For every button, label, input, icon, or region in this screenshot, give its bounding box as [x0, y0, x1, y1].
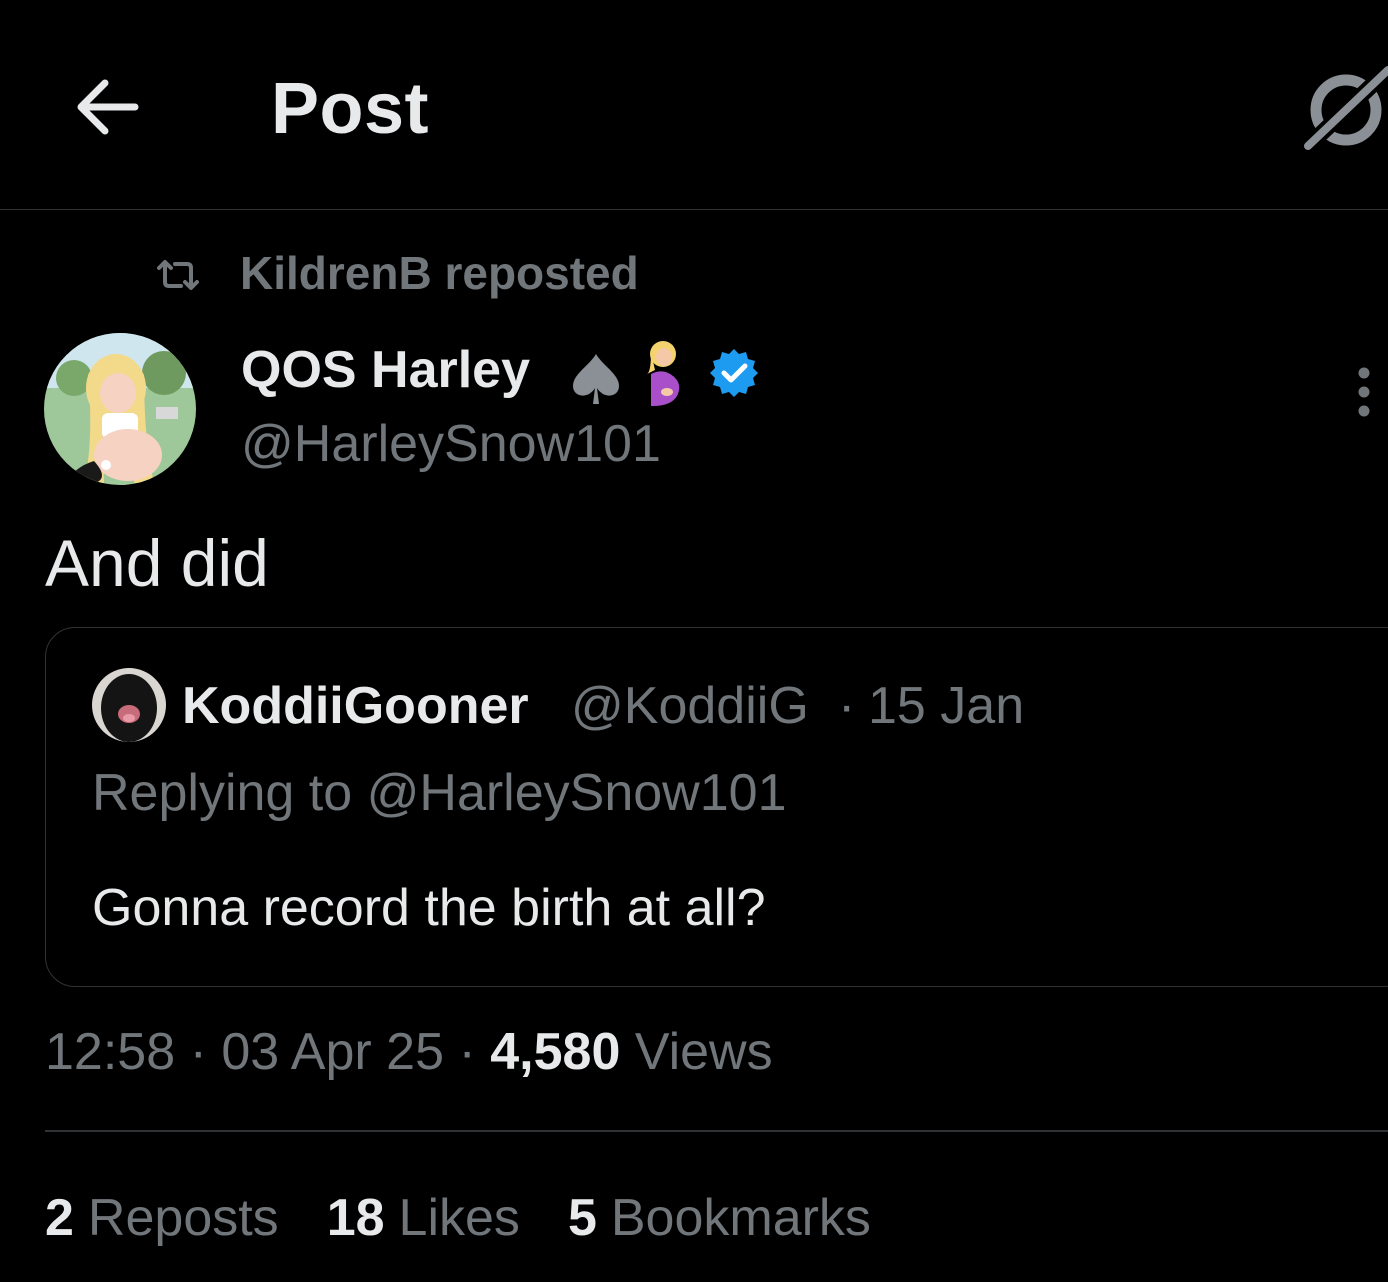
quoted-author-name[interactable]: KoddiiGooner — [182, 676, 529, 736]
grok-icon — [1298, 62, 1388, 156]
likes-count: 18 — [326, 1189, 385, 1247]
quoted-post-text: Gonna record the birth at all? — [92, 879, 766, 937]
back-button[interactable] — [66, 72, 146, 142]
reposts-count: 2 — [45, 1189, 74, 1247]
bookmarks-stat[interactable]: 5 Bookmarks — [568, 1188, 871, 1248]
post-date: 03 Apr 25 — [221, 1023, 444, 1081]
page-title: Post — [271, 69, 430, 149]
likes-stat[interactable]: 18 Likes — [327, 1188, 520, 1248]
arrow-left-icon — [77, 79, 139, 135]
more-options-button[interactable] — [1342, 365, 1386, 423]
repost-label[interactable]: KildrenB reposted — [240, 246, 639, 300]
divider — [45, 1130, 1388, 1132]
quoted-replying-to: Replying to @HarleySnow101 — [92, 764, 787, 822]
author-avatar[interactable] — [44, 333, 196, 485]
reposts-label: Reposts — [87, 1189, 279, 1247]
pregnant-woman-emoji — [647, 341, 680, 406]
repost-indicator — [155, 245, 201, 305]
quoted-author-avatar[interactable] — [92, 668, 166, 742]
post-meta: 12:58 · 03 Apr 25 · 4,580 Views — [45, 1022, 773, 1082]
verified-badge-icon[interactable] — [708, 347, 760, 399]
reposts-stat[interactable]: 2 Reposts — [45, 1188, 279, 1248]
views-count[interactable]: 4,580 — [490, 1023, 620, 1081]
author-handle[interactable]: @HarleySnow101 — [241, 414, 661, 474]
author-name[interactable]: QOS Harley — [241, 340, 530, 400]
more-vertical-icon — [1358, 367, 1370, 417]
bookmarks-count: 5 — [567, 1189, 597, 1247]
repost-icon — [157, 260, 199, 290]
quote-separator: · — [838, 677, 856, 735]
post-time: 12:58 — [45, 1023, 176, 1081]
views-label[interactable]: Views — [635, 1023, 773, 1081]
bookmarks-label: Bookmarks — [610, 1189, 871, 1247]
meta-separator: · — [458, 1023, 476, 1081]
post-text: And did — [45, 526, 269, 600]
spade-icon — [573, 354, 619, 404]
top-bar: Post — [0, 0, 1388, 210]
quoted-author-handle[interactable]: @KoddiiG — [571, 676, 809, 736]
grok-button[interactable] — [1298, 62, 1388, 156]
quoted-post-date: 15 Jan — [868, 677, 1025, 735]
likes-label: Likes — [398, 1189, 520, 1247]
meta-separator: · — [189, 1023, 207, 1081]
engagement-stats: 2 Reposts 18 Likes 5 Bookmarks — [45, 1188, 919, 1248]
